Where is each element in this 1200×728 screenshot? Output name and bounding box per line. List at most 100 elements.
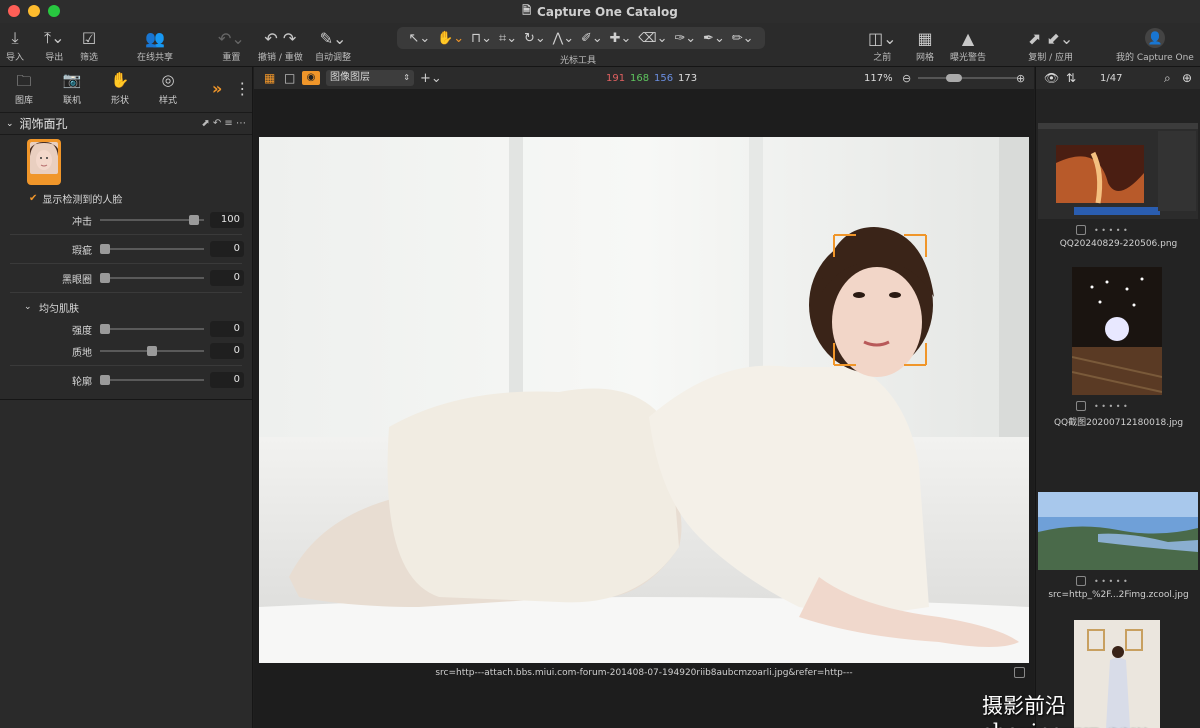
- download-icon: ⤓: [11, 28, 19, 47]
- zoom-out-icon[interactable]: ⊖: [902, 72, 911, 85]
- grid-view-icon[interactable]: ▦: [264, 71, 275, 85]
- show-faces-row[interactable]: ✔ 显示检测到的人脸: [0, 187, 252, 209]
- eye-icon[interactable]: 👁: [1044, 71, 1059, 85]
- slider-row: 黑眼圈 0: [0, 267, 252, 289]
- tab-shape[interactable]: ✋ 形状: [96, 71, 144, 106]
- rating-stars-icon[interactable]: • • • • •: [1094, 402, 1128, 411]
- luminance-value: 173: [678, 72, 698, 84]
- sort-icon[interactable]: ⇅: [1066, 71, 1076, 85]
- before-button[interactable]: ◫⌄ 之前: [868, 26, 897, 64]
- red-value: 191: [606, 72, 626, 84]
- single-view-icon[interactable]: □: [284, 71, 295, 85]
- main-photo[interactable]: [259, 137, 1029, 663]
- thumb-2-checkbox[interactable]: [1076, 401, 1086, 411]
- viewer-toolbar: ▦ □ ◉ 图像图层 ⇕ +⌄ 191 168 156 173 117% ⊖ ⊕: [254, 67, 1034, 89]
- select-cursor-icon[interactable]: ↖⌄: [408, 31, 430, 46]
- layer-select[interactable]: 图像图层 ⇕: [326, 70, 414, 86]
- checkmark-icon[interactable]: ✔: [29, 193, 37, 204]
- slider-value-field[interactable]: 0: [210, 372, 244, 388]
- minimize-window-button[interactable]: [28, 5, 40, 17]
- exposure-warning-button[interactable]: ▲ 曝光警告: [950, 26, 986, 64]
- undo-redo-button[interactable]: ↶ ↷ 撤销 / 重做: [258, 26, 303, 64]
- select-checkbox[interactable]: [1014, 667, 1025, 678]
- slider-knob[interactable]: [100, 273, 110, 283]
- slider-row: 瑕疵 0: [0, 238, 252, 260]
- face-retouch-header[interactable]: ⌄ 润饰面孔 ⬈ ↶ ≡ ⋯: [0, 113, 252, 135]
- thumb-3-controls: • • • • •: [1076, 576, 1128, 586]
- tab-tethered[interactable]: 📷 联机: [48, 71, 96, 106]
- slider-value-field[interactable]: 0: [210, 343, 244, 359]
- eye-toggle-icon[interactable]: ◉: [302, 71, 320, 85]
- even-skin-header[interactable]: ⌄ 均匀肌肤: [0, 296, 252, 318]
- slider-track[interactable]: [100, 324, 204, 334]
- pan-hand-icon[interactable]: ✋⌄: [437, 31, 464, 46]
- filter-button[interactable]: ☑ 筛选: [80, 26, 98, 64]
- face-thumb-area: [0, 135, 252, 187]
- export-button[interactable]: ⤒⌄ 导出: [44, 26, 64, 63]
- zoom-slider-knob[interactable]: [946, 74, 962, 82]
- picker-icon[interactable]: ✑⌄: [674, 31, 696, 46]
- tab-library[interactable]: 🗀 图库: [0, 71, 48, 106]
- eraser-icon[interactable]: ⌫⌄: [638, 31, 667, 46]
- thumbnail-2[interactable]: [1072, 267, 1162, 395]
- picker2-icon[interactable]: ✒⌄: [703, 31, 725, 46]
- chevron-down-icon: ⌄: [6, 118, 14, 129]
- image-count: 1/47: [1100, 72, 1123, 84]
- browser-toolbar: 👁 ⇅ 1/47 ⌕ ⊕: [1036, 67, 1200, 89]
- more-tabs-icon[interactable]: »: [212, 79, 222, 98]
- slider-knob[interactable]: [100, 375, 110, 385]
- heal-icon[interactable]: ✚⌄: [610, 31, 632, 46]
- section-actions-icon[interactable]: ⬈ ↶ ≡ ⋯: [201, 118, 246, 129]
- thumb-3-checkbox[interactable]: [1076, 576, 1086, 586]
- slider-track[interactable]: [100, 346, 204, 356]
- copy-apply-button[interactable]: ⬈ ⬋⌄ 复制 / 应用: [1028, 26, 1073, 64]
- slider-track[interactable]: [100, 215, 204, 225]
- browser-zoom-icon[interactable]: ⊕: [1182, 71, 1192, 85]
- slider-knob[interactable]: [147, 346, 157, 356]
- face-thumbnail[interactable]: [27, 139, 61, 185]
- blue-value: 156: [654, 72, 674, 84]
- crop-icon[interactable]: ⌗⌄: [499, 31, 517, 46]
- zoom-in-icon[interactable]: ⊕: [1016, 72, 1025, 85]
- thumb-1-checkbox[interactable]: [1076, 225, 1086, 235]
- import-button[interactable]: ⤓ 导入: [6, 26, 24, 63]
- slider-knob[interactable]: [189, 215, 200, 225]
- slider-value-field[interactable]: 0: [210, 241, 244, 257]
- stamp-icon[interactable]: ⊓⌄: [471, 31, 492, 46]
- annotate-icon[interactable]: ✏⌄: [732, 31, 754, 46]
- slider-value-field[interactable]: 100: [210, 212, 244, 228]
- add-layer-icon[interactable]: +⌄: [420, 71, 442, 86]
- retouch-sliders: 冲击 100 瑕疵 0 黑眼圈 0: [0, 209, 252, 293]
- reset-button[interactable]: ↶⌄ 重置: [218, 26, 245, 64]
- rating-stars-icon[interactable]: • • • • •: [1094, 577, 1128, 586]
- select-arrows-icon: ⇕: [403, 73, 410, 82]
- slider-knob[interactable]: [100, 324, 110, 334]
- grid-button[interactable]: ▦ 网格: [916, 26, 934, 64]
- zoom-slider[interactable]: [918, 74, 1018, 82]
- title-bar: 🗎 Capture One Catalog: [0, 0, 1200, 23]
- tab-style[interactable]: ◎ 样式: [144, 71, 192, 106]
- share-button[interactable]: 👥 在线共享: [137, 26, 173, 64]
- rating-stars-icon[interactable]: • • • • •: [1094, 226, 1128, 235]
- rotate-icon[interactable]: ↻⌄: [524, 31, 546, 46]
- slider-row: 冲击 100: [0, 209, 252, 231]
- slider-knob[interactable]: [100, 244, 110, 254]
- keystone-icon[interactable]: ⋀⌄: [553, 31, 575, 46]
- slider-label: 瑕疵: [72, 245, 92, 257]
- thumbnail-3[interactable]: [1038, 492, 1198, 570]
- auto-adjust-button[interactable]: ✎⌄ 自动调整: [315, 26, 351, 64]
- slider-value-field[interactable]: 0: [210, 321, 244, 337]
- slider-value-field[interactable]: 0: [210, 270, 244, 286]
- close-window-button[interactable]: [8, 5, 20, 17]
- search-icon[interactable]: ⌕: [1164, 71, 1171, 86]
- thumb-1-controls: • • • • •: [1076, 225, 1128, 235]
- zoom-window-button[interactable]: [48, 5, 60, 17]
- thumbnail-1[interactable]: [1038, 123, 1198, 219]
- slider-track[interactable]: [100, 375, 204, 385]
- brush-icon[interactable]: ✐⌄: [581, 31, 603, 46]
- panel-menu-icon[interactable]: ⋮: [234, 79, 250, 98]
- account-button[interactable]: 👤 我的 Capture One: [1116, 26, 1194, 63]
- slider-track[interactable]: [100, 273, 204, 283]
- upload-icon: ⤒⌄: [44, 28, 65, 47]
- slider-track[interactable]: [100, 244, 204, 254]
